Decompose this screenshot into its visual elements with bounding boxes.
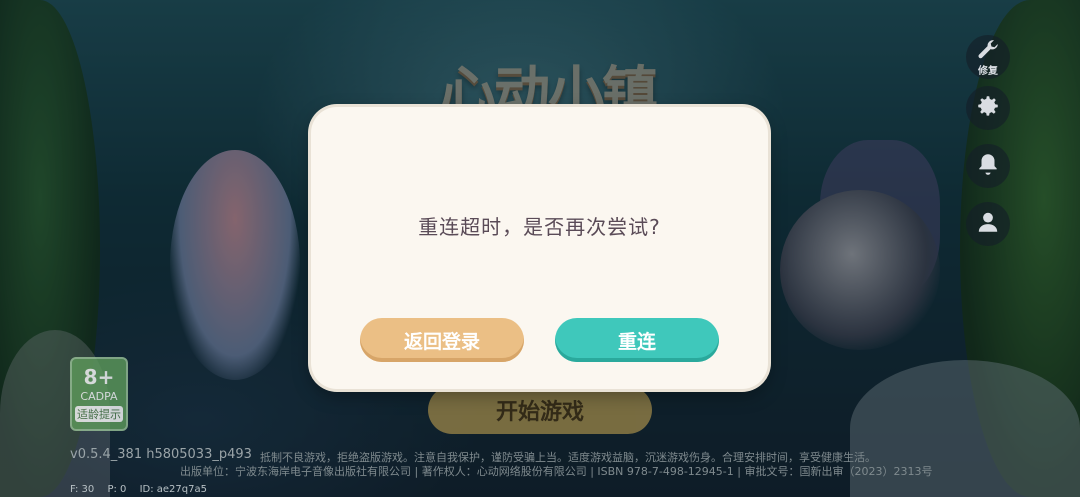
age-rating-number: 8+ [83,365,115,389]
repair-button[interactable]: 修复 [966,35,1010,79]
age-rating-org: CADPA [80,390,118,403]
debug-id: ID: ae27q7a5 [139,484,207,495]
back-to-login-button[interactable]: 返回登录 [360,318,524,362]
age-rating-tip: 适龄提示 [75,406,123,422]
repair-label: 修复 [978,66,998,77]
age-rating-badge[interactable]: 8+ CADPA 适龄提示 [70,357,128,431]
dialog-message: 重连超时，是否再次尝试? [418,215,661,239]
gear-icon [975,93,1001,123]
debug-ping: P: 0 [107,484,127,495]
start-game-button[interactable]: 开始游戏 [428,386,652,434]
user-icon [975,209,1001,239]
reconnect-button[interactable]: 重连 [555,318,719,362]
settings-button[interactable] [966,86,1010,130]
bell-icon [975,151,1001,181]
reconnect-dialog: 重连超时，是否再次尝试? 返回登录 重连 [311,107,768,389]
publisher-info: 出版单位：宁波东海岸电子音像出版社有限公司 | 著作权人：心动网络股份有限公司 … [180,465,933,478]
debug-fps: F: 30 [70,484,95,495]
debug-info: F: 30 P: 0 ID: ae27q7a5 [70,484,217,495]
notification-button[interactable] [966,144,1010,188]
version-text: v0.5.4_381 h5805033_p493 [70,447,252,462]
profile-button[interactable] [966,202,1010,246]
